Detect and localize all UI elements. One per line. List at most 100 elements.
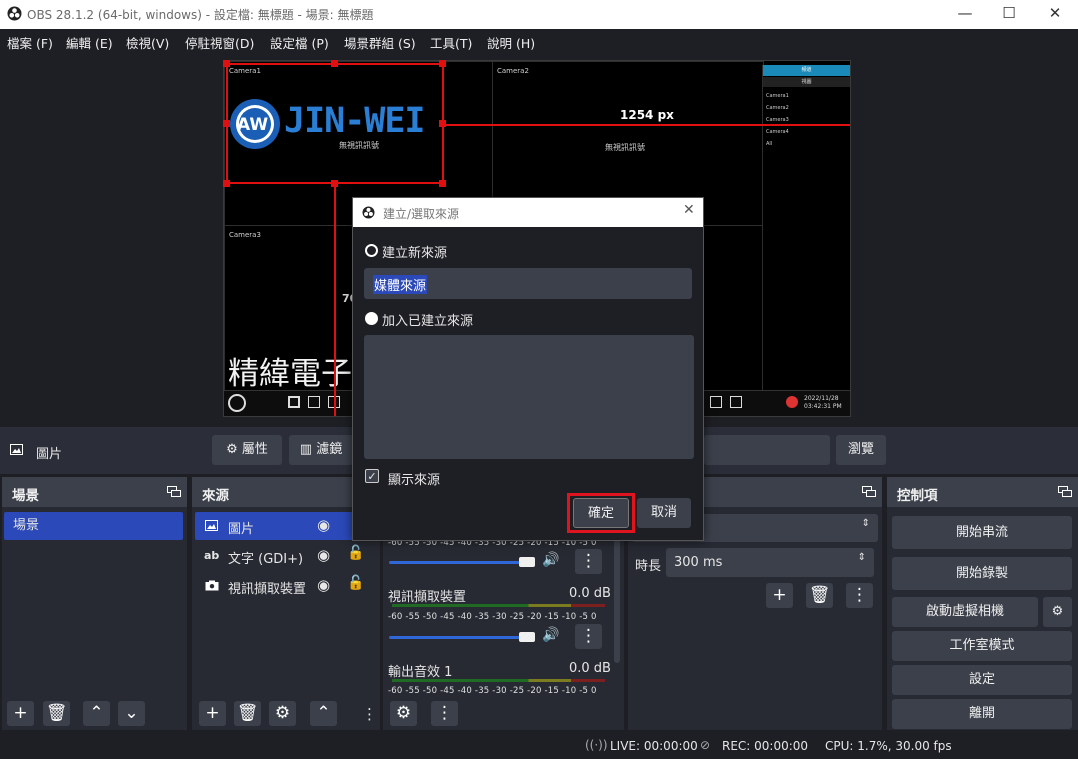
mixer-scrollbar[interactable] [614, 527, 620, 663]
minimize-button[interactable]: — [942, 0, 988, 29]
transition-menu-button[interactable]: ⋮ [846, 583, 873, 608]
controls-dock-header: 控制項 [887, 477, 1078, 507]
remove-scene-button[interactable]: 🗑 [43, 701, 70, 726]
advanced-audio-button[interactable]: ⚙ [390, 701, 417, 726]
create-select-source-dialog: 建立/選取來源 ✕ 建立新來源 媒體來源 加入已建立來源 ✓ 顯示來源 確定 取… [352, 197, 704, 541]
add-scene-button[interactable]: + [7, 701, 34, 726]
scene-item[interactable]: 場景 [4, 512, 183, 540]
add-transition-button[interactable]: + [766, 583, 793, 608]
channel-item: Camera2 [766, 105, 789, 111]
add-source-button[interactable]: + [199, 701, 226, 726]
undock-icon[interactable] [862, 486, 876, 497]
channel-name: 輸出音效 1 [388, 665, 453, 680]
filters-button[interactable]: ▥ 濾鏡 [289, 435, 353, 465]
studio-mode-button[interactable]: 工作室模式 [892, 631, 1072, 661]
source-label: 文字 (GDI+) [228, 552, 304, 567]
resize-handle[interactable] [223, 60, 230, 67]
chevron-up-icon: ⌃ [89, 703, 104, 723]
start-streaming-button[interactable]: 開始串流 [892, 516, 1072, 549]
volume-slider[interactable] [389, 561, 529, 564]
remove-transition-button[interactable]: 🗑 [806, 583, 833, 608]
lock-icon[interactable]: 🔓 [347, 575, 364, 591]
source-item-image[interactable]: 圖片 ◉ [195, 512, 375, 540]
maximize-button[interactable]: ☐ [986, 0, 1032, 29]
existing-sources-list[interactable] [364, 335, 694, 459]
browse-button[interactable]: 瀏覽 [836, 435, 886, 465]
scenes-title: 場景 [12, 488, 39, 504]
scenes-dock-header: 場景 [2, 477, 187, 507]
lock-icon[interactable]: 🔓 [347, 545, 364, 561]
channel-header: 頻道 [763, 65, 850, 76]
channel-side-panel: 頻道 視圖 Camera1 Camera2 Camera3 Camera4 Al… [762, 65, 850, 390]
add-existing-label: 加入已建立來源 [382, 314, 474, 329]
source-name-input[interactable]: 媒體來源 [364, 268, 692, 299]
volume-slider-knob[interactable] [519, 632, 535, 642]
duration-spinbox[interactable]: 300 ms ⇕ [666, 548, 874, 577]
menu-scene-collection[interactable]: 場景群組 (S) [344, 33, 416, 52]
start-virtual-camera-button[interactable]: 啟動虛擬相機 [892, 597, 1038, 627]
camera3-label: Camera3 [229, 231, 261, 239]
exit-button[interactable]: 離開 [892, 699, 1072, 729]
record-icon: ⊘ [700, 738, 711, 752]
menu-help[interactable]: 說明 (H) [487, 33, 535, 52]
source-item-capture[interactable]: 視訊擷取裝置 ◉ 🔓 [195, 572, 375, 600]
mixer-dock-menu-button[interactable]: ⋮ [431, 701, 458, 726]
volume-slider[interactable] [389, 636, 529, 639]
distance-label: 1254 px [620, 108, 674, 122]
menu-profile[interactable]: 設定檔 (P) [270, 33, 329, 52]
view-header: 視圖 [763, 77, 850, 87]
menu-view[interactable]: 檢視(V) [126, 33, 169, 52]
undock-icon[interactable] [1058, 486, 1072, 497]
resize-handle[interactable] [223, 120, 230, 127]
source-properties-button[interactable]: ⚙ [269, 701, 296, 726]
close-button[interactable]: ✕ [1032, 0, 1078, 29]
move-scene-down-button[interactable]: ⌄ [118, 701, 145, 726]
remove-source-button[interactable]: 🗑 [234, 701, 261, 726]
image-path-field[interactable] [704, 435, 830, 465]
meter-scale: -60 -55 -50 -45 -40 -35 -30 -25 -20 -15 … [388, 612, 597, 622]
channel-item: Camera3 [766, 117, 789, 123]
mixer-menu-button[interactable]: ⋮ [575, 624, 602, 649]
ok-button[interactable]: 確定 [573, 498, 629, 528]
virtual-camera-settings-button[interactable]: ⚙ [1043, 597, 1072, 627]
dialog-close-icon[interactable]: ✕ [683, 202, 695, 218]
menu-docks[interactable]: 停駐視窗(D) [185, 33, 254, 52]
menu-file[interactable]: 檔案 (F) [7, 33, 53, 52]
filter-icon: ▥ [299, 442, 313, 457]
obs-logo-icon [362, 206, 375, 219]
move-source-up-button[interactable]: ⌃ [310, 701, 337, 726]
resize-handle[interactable] [439, 120, 446, 127]
show-source-checkbox[interactable]: ✓ [365, 469, 379, 483]
start-recording-button[interactable]: 開始錄製 [892, 557, 1072, 590]
speaker-icon[interactable]: 🔊 [542, 627, 559, 643]
resize-handle[interactable] [439, 60, 446, 67]
properties-button[interactable]: ⚙ 屬性 [212, 435, 282, 465]
controls-title: 控制項 [897, 488, 938, 504]
create-new-radio[interactable] [365, 244, 378, 257]
add-existing-radio[interactable] [365, 312, 378, 325]
resize-handle[interactable] [223, 180, 230, 187]
undock-icon[interactable] [167, 486, 181, 497]
level-meter [392, 604, 605, 607]
menu-edit[interactable]: 編輯 (E) [66, 33, 113, 52]
eye-icon[interactable]: ◉ [317, 576, 330, 594]
selected-source-name: 圖片 [36, 447, 63, 462]
dialog-title: 建立/選取來源 [383, 207, 460, 221]
volume-slider-knob[interactable] [519, 557, 535, 567]
selection-box[interactable] [226, 63, 444, 184]
live-timer: LIVE: 00:00:00 [610, 739, 698, 753]
cancel-button[interactable]: 取消 [637, 498, 691, 528]
source-item-text[interactable]: ab 文字 (GDI+) ◉ 🔓 [195, 542, 375, 570]
obs-logo-icon [7, 6, 22, 21]
eye-icon[interactable]: ◉ [317, 546, 330, 564]
more-menu-icon[interactable]: ⋮ [362, 705, 377, 723]
eye-icon[interactable]: ◉ [317, 516, 330, 534]
mixer-menu-button[interactable]: ⋮ [575, 549, 602, 574]
resize-handle[interactable] [331, 60, 338, 67]
resize-handle[interactable] [439, 180, 446, 187]
speaker-icon[interactable]: 🔊 [542, 552, 559, 568]
move-scene-up-button[interactable]: ⌃ [83, 701, 110, 726]
create-new-label: 建立新來源 [382, 246, 448, 261]
menu-tools[interactable]: 工具(T) [430, 33, 472, 52]
settings-button[interactable]: 設定 [892, 665, 1072, 695]
